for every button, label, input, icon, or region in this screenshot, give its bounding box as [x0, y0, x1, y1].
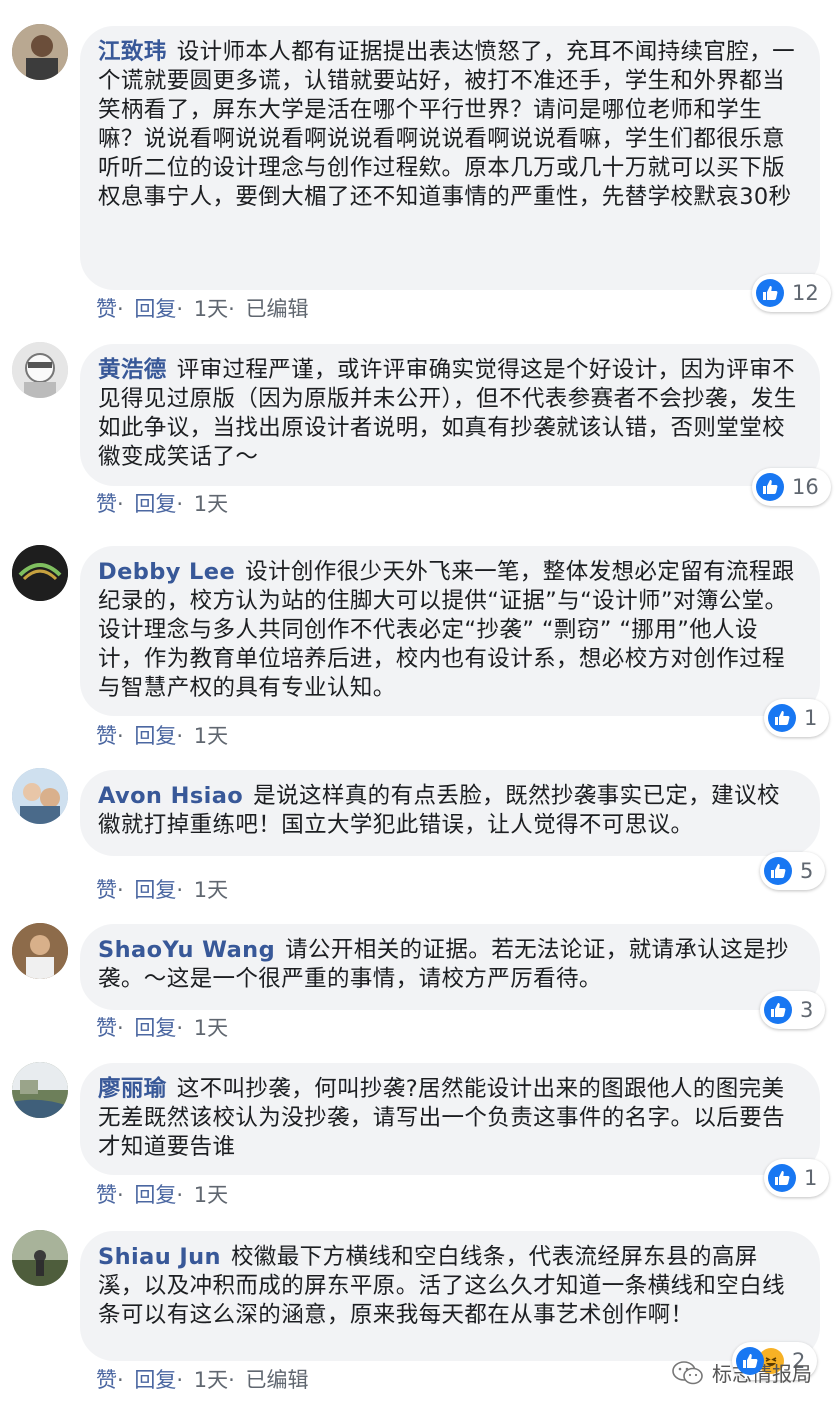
like-link[interactable]: 赞 — [96, 1368, 117, 1392]
thumbs-up-icon — [768, 704, 796, 732]
comment-bubble: Avon Hsiao 是说这样真的有点丢脸，既然抄袭事实已定，建议校徽就打掉重练吧… — [80, 770, 820, 856]
comment-bubble: 廖丽瑜 这不叫抄袭，何叫抄袭?居然能设计出来的图跟他人的图完美无差既然该校认为没抄… — [80, 1063, 820, 1175]
reply-link[interactable]: 回复 — [134, 297, 176, 321]
comment-text: 评审过程严谨，或许评审确实觉得这是个好设计，因为评审不见得见过原版（因为原版并未… — [98, 357, 797, 470]
reaction-summary[interactable]: 16 — [752, 468, 831, 506]
comment-bubble: 江致玮 设计师本人都有证据提出表达愤怒了，充耳不闻持续官腔，一个谎就要圆更多谎，认… — [80, 26, 820, 290]
comment-actions: 赞· 回复· 1天 — [96, 878, 229, 902]
comment-bubble: 黄浩德 评审过程严谨，或许评审确实觉得这是个好设计，因为评审不见得见过原版（因为原… — [80, 344, 820, 486]
comment-bubble: Debby Lee 设计创作很少天外飞来一笔，整体发想必定留有流程跟纪录的，校方认… — [80, 546, 820, 716]
comment-text: 这不叫抄袭，何叫抄袭?居然能设计出来的图跟他人的图完美无差既然该校认为没抄袭，请… — [98, 1076, 786, 1160]
reaction-summary[interactable]: 12 — [752, 274, 831, 312]
reaction-count: 12 — [792, 281, 819, 305]
reply-link[interactable]: 回复 — [134, 1016, 176, 1040]
comment-author[interactable]: Shiau Jun — [98, 1244, 221, 1270]
like-link[interactable]: 赞 — [96, 1016, 117, 1040]
comment-author[interactable]: 廖丽瑜 — [98, 1076, 167, 1102]
comment-text: 设计师本人都有证据提出表达愤怒了，充耳不闻持续官腔，一个谎就要圆更多谎，认错就要… — [98, 39, 796, 210]
like-link[interactable]: 赞 — [96, 1183, 117, 1207]
comment-bubble: ShaoYu Wang 请公开相关的证据。若无法论证，就请承认这是抄袭。～这是一个… — [80, 924, 820, 1010]
comment-time[interactable]: 1天 — [194, 1183, 228, 1207]
comment-time[interactable]: 1天 — [194, 724, 228, 748]
avatar[interactable] — [12, 545, 68, 601]
comment-actions: 赞· 回复· 1天· 已编辑 — [96, 297, 309, 321]
avatar[interactable] — [12, 768, 68, 824]
thumbs-up-icon — [756, 279, 784, 307]
comment-author[interactable]: Debby Lee — [98, 559, 235, 585]
reaction-summary[interactable]: 3 — [760, 991, 826, 1029]
like-link[interactable]: 赞 — [96, 878, 117, 902]
avatar[interactable] — [12, 24, 68, 80]
thumbs-up-icon — [764, 996, 792, 1024]
comment-author[interactable]: 黄浩德 — [98, 357, 167, 383]
comment-time[interactable]: 1天 — [194, 878, 228, 902]
comment-time[interactable]: 1天 — [194, 297, 228, 321]
avatar[interactable] — [12, 1230, 68, 1286]
thumbs-up-icon — [736, 1347, 764, 1375]
comment-time[interactable]: 1天 — [194, 492, 228, 516]
thumbs-up-icon — [768, 1164, 796, 1192]
comment-actions: 赞· 回复· 1天 — [96, 724, 229, 748]
comment-author[interactable]: ShaoYu Wang — [98, 937, 275, 963]
edited-label[interactable]: 已编辑 — [246, 1368, 309, 1392]
reaction-count: 16 — [792, 475, 819, 499]
avatar[interactable] — [12, 923, 68, 979]
reply-link[interactable]: 回复 — [134, 1368, 176, 1392]
reply-link[interactable]: 回复 — [134, 1183, 176, 1207]
comment-actions: 赞· 回复· 1天 — [96, 1183, 229, 1207]
comment-actions: 赞· 回复· 1天 — [96, 1016, 229, 1040]
reply-link[interactable]: 回复 — [134, 724, 176, 748]
reply-link[interactable]: 回复 — [134, 492, 176, 516]
comment-author[interactable]: 江致玮 — [98, 39, 167, 65]
reaction-count: 1 — [804, 1166, 818, 1190]
thumbs-up-icon — [756, 473, 784, 501]
wechat-icon — [672, 1360, 704, 1386]
thumbs-up-icon — [764, 857, 792, 885]
comment-actions: 赞· 回复· 1天· 已编辑 — [96, 1368, 309, 1392]
comment-time[interactable]: 1天 — [194, 1368, 228, 1392]
comment-author[interactable]: Avon Hsiao — [98, 783, 243, 809]
like-link[interactable]: 赞 — [96, 492, 117, 516]
like-link[interactable]: 赞 — [96, 724, 117, 748]
comment-time[interactable]: 1天 — [194, 1016, 228, 1040]
like-link[interactable]: 赞 — [96, 297, 117, 321]
reaction-summary[interactable]: 1 — [764, 1159, 830, 1197]
reaction-summary[interactable]: 5 — [760, 852, 826, 890]
reaction-count: 3 — [800, 998, 814, 1022]
reaction-count: 1 — [804, 706, 818, 730]
reply-link[interactable]: 回复 — [134, 878, 176, 902]
reaction-summary[interactable]: 1 — [764, 699, 830, 737]
avatar[interactable] — [12, 1062, 68, 1118]
comment-bubble: Shiau Jun 校徽最下方横线和空白线条，代表流经屏东县的高屏溪，以及冲积而成… — [80, 1231, 820, 1361]
avatar[interactable] — [12, 342, 68, 398]
reaction-count: 5 — [800, 859, 814, 883]
edited-label[interactable]: 已编辑 — [246, 297, 309, 321]
comment-actions: 赞· 回复· 1天 — [96, 492, 229, 516]
